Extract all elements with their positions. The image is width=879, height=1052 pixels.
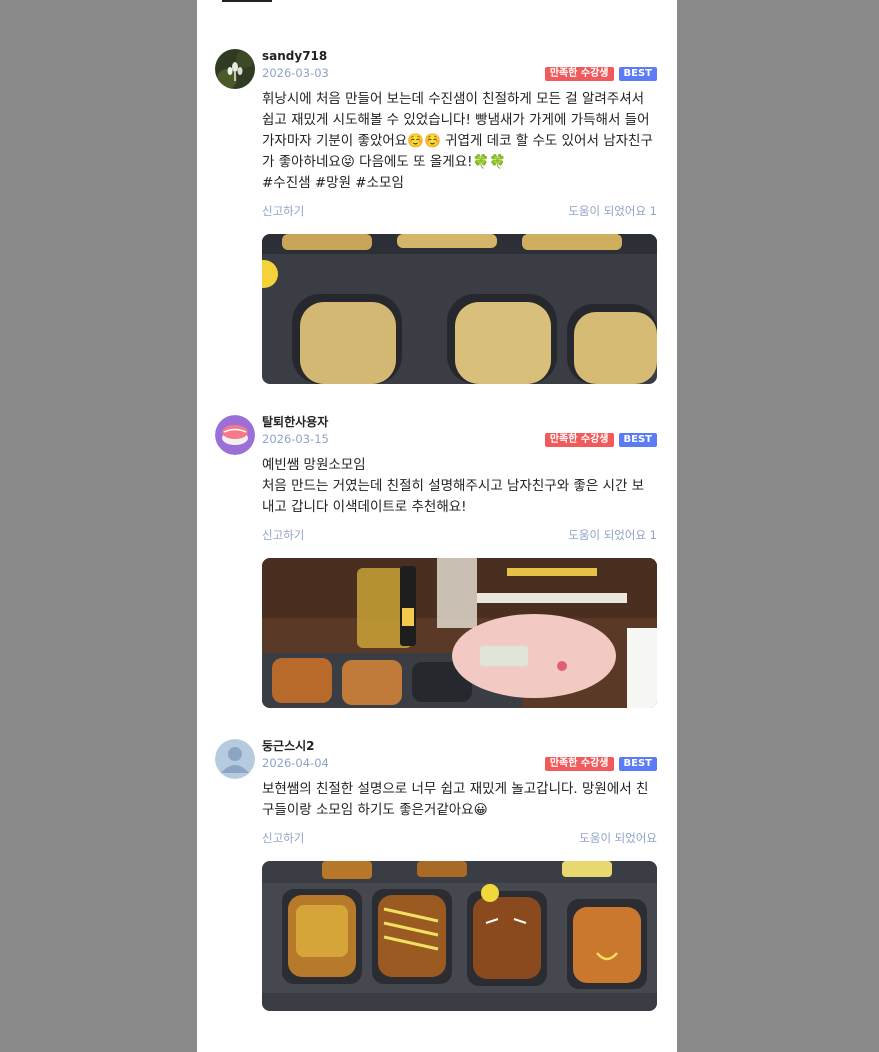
- review-text: 예빈쌤 망원소모임 처음 만드는 거였는데 친절히 설명해주시고 남자친구와 좋…: [262, 457, 645, 515]
- report-link[interactable]: 신고하기: [262, 203, 304, 219]
- review-text: 휘낭시에 처음 만들어 보는데 수진샘이 친절하게 모든 걸 알려주셔서 쉽고 …: [262, 91, 653, 191]
- satisfied-badge: 만족한 수강생: [544, 67, 614, 81]
- report-link[interactable]: 신고하기: [262, 527, 304, 543]
- review-photo[interactable]: [262, 234, 657, 384]
- review-photo[interactable]: [262, 558, 657, 708]
- user-avatar[interactable]: [215, 49, 255, 89]
- report-link[interactable]: 신고하기: [262, 830, 304, 846]
- user-avatar[interactable]: [215, 415, 255, 455]
- best-badge: BEST: [618, 433, 657, 447]
- helpful-button[interactable]: 도움이 되었어요: [579, 830, 657, 846]
- helpful-button[interactable]: 도움이 되었어요 1: [568, 203, 657, 219]
- user-avatar[interactable]: [215, 739, 255, 779]
- review-photo[interactable]: [262, 861, 657, 1011]
- best-badge: BEST: [618, 67, 657, 81]
- satisfied-badge: 만족한 수강생: [544, 433, 614, 447]
- username: 탈퇴한사용자: [262, 415, 329, 429]
- tab-indicator: [222, 0, 272, 2]
- best-badge: BEST: [618, 757, 657, 771]
- helpful-button[interactable]: 도움이 되었어요 1: [568, 527, 657, 543]
- satisfied-badge: 만족한 수강생: [544, 757, 614, 771]
- username: 둥근스시2: [262, 739, 315, 753]
- review-text: 보현쌤의 친절한 설명으로 너무 쉽고 재밌게 놀고갑니다. 망원에서 친 구들…: [262, 781, 649, 818]
- username: sandy718: [262, 49, 328, 63]
- review-panel: sandy718 2026-03-03 만족한 수강생 BEST 휘낭시에 처음…: [197, 0, 677, 1052]
